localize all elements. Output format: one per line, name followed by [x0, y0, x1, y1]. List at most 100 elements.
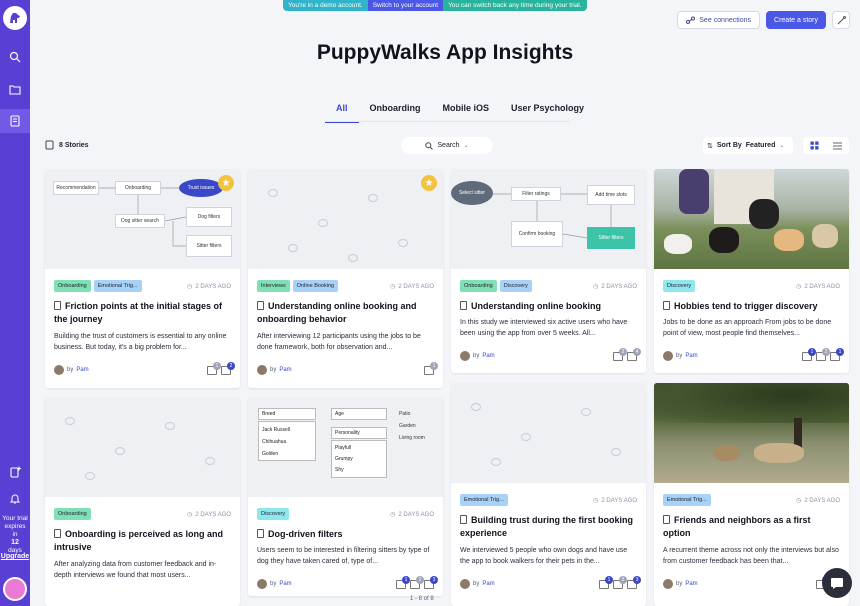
story-pattern: [451, 383, 646, 483]
document-count-icon[interactable]: 1: [396, 576, 410, 589]
author-name[interactable]: Pam: [482, 581, 494, 587]
tag[interactable]: Onboarding: [54, 508, 91, 520]
header-actions: See connections Create a story: [677, 11, 850, 29]
comment-icon[interactable]: 2: [816, 348, 830, 361]
insight-icon[interactable]: 3: [424, 576, 438, 589]
insight-icon[interactable]: 3: [627, 576, 641, 589]
tab-all[interactable]: All: [325, 103, 359, 123]
tag[interactable]: Discovery: [663, 280, 696, 292]
tag[interactable]: Discovery: [499, 280, 532, 292]
create-story-button[interactable]: Create a story: [766, 11, 826, 29]
author-name[interactable]: Pam: [279, 367, 291, 373]
sort-dropdown[interactable]: ⇅ Sort By Featured ⌄: [703, 137, 793, 154]
comment-icon[interactable]: 2: [410, 576, 424, 589]
insight-icon[interactable]: 2: [221, 362, 235, 375]
author-name[interactable]: Pam: [482, 353, 494, 359]
switch-account-link[interactable]: Switch to your account: [367, 0, 444, 11]
story-card[interactable]: Breed Jack Russell Chihuahua Golden Age …: [248, 397, 443, 596]
tag[interactable]: Onboarding: [460, 280, 497, 292]
switch-info: You can switch back any time during your…: [443, 0, 587, 11]
tag[interactable]: Emotional Trig...: [460, 494, 508, 506]
story-title[interactable]: Onboarding is perceived as long and intr…: [54, 528, 231, 554]
story-date: ◷ 2 DAYS AGO: [796, 283, 840, 291]
story-card[interactable]: Recommendation Onboarding Trust issues D…: [45, 169, 240, 388]
story-title-text: Friction points at the initial stages of…: [54, 301, 223, 324]
author-name[interactable]: Pam: [685, 353, 697, 359]
story-title[interactable]: Understanding online booking: [460, 300, 637, 313]
story-title[interactable]: Friends and neighbors as a first option: [663, 514, 840, 540]
document-count-icon[interactable]: 1: [599, 576, 613, 589]
stories-nav-icon[interactable]: [0, 109, 30, 133]
folder-icon[interactable]: [0, 77, 30, 101]
featured-star-icon[interactable]: ★: [421, 175, 437, 191]
user-avatar[interactable]: [3, 577, 27, 601]
bell-icon[interactable]: [0, 486, 30, 510]
grid-view-icon[interactable]: [810, 141, 819, 150]
tab-onboarding[interactable]: Onboarding: [359, 103, 432, 123]
tag[interactable]: Emotional Trig...: [663, 494, 711, 506]
story-author: by Pam: [663, 351, 698, 361]
see-connections-button[interactable]: See connections: [677, 11, 761, 29]
author-name[interactable]: Pam: [76, 367, 88, 373]
tag[interactable]: Online Booking: [292, 280, 339, 292]
count-badge: 2: [416, 576, 424, 584]
option: Jack Russell: [262, 427, 291, 433]
story-title[interactable]: Hobbies tend to trigger discovery: [663, 300, 840, 313]
search-icon[interactable]: [0, 45, 30, 69]
tag[interactable]: Discovery: [257, 508, 290, 520]
story-title[interactable]: Dog-driven filters: [257, 528, 434, 541]
breed-options: Jack Russell Chihuahua Golden: [258, 421, 316, 461]
search-button[interactable]: Search ⌄: [401, 137, 493, 154]
date-text: 2 DAYS AGO: [601, 497, 637, 504]
upgrade-link[interactable]: Upgrade: [0, 553, 30, 560]
date-text: 2 DAYS AGO: [398, 511, 434, 518]
count-badge: 4: [633, 348, 641, 356]
chat-launcher-button[interactable]: [822, 568, 852, 598]
filter-form-image: Breed Jack Russell Chihuahua Golden Age …: [248, 397, 443, 497]
tag-list: Onboarding Emotional Trig...: [54, 280, 142, 292]
story-title[interactable]: Understanding online booking and onboard…: [257, 300, 434, 326]
comment-icon[interactable]: 2: [613, 576, 627, 589]
date-text: 2 DAYS AGO: [398, 283, 434, 290]
count-badge: 1: [836, 348, 844, 356]
breed-label: Breed: [262, 411, 276, 417]
list-view-icon[interactable]: [833, 142, 842, 150]
tag[interactable]: Onboarding: [54, 280, 91, 292]
settings-wand-button[interactable]: [832, 11, 850, 29]
story-card[interactable]: ★ Interviews Online Booking ◷ 2 DAYS AGO …: [248, 169, 443, 388]
story-card[interactable]: Emotional Trig... ◷ 2 DAYS AGO Friends an…: [654, 383, 849, 606]
tag[interactable]: Interviews: [257, 280, 290, 292]
story-diagram: Select sitter Filter ratings Add time sl…: [451, 169, 646, 269]
author-name[interactable]: Pam: [685, 581, 697, 587]
comment-icon[interactable]: 1: [207, 362, 221, 375]
dog-logo-icon[interactable]: [3, 6, 27, 30]
author-avatar: [257, 365, 267, 375]
comment-icon[interactable]: 1: [424, 362, 438, 375]
author-avatar: [460, 351, 470, 361]
insight-icon[interactable]: 4: [627, 348, 641, 361]
story-card[interactable]: Onboarding ◷ 2 DAYS AGO Onboarding is per…: [45, 397, 240, 606]
author-name[interactable]: Pam: [279, 581, 291, 587]
story-card[interactable]: Discovery ◷ 2 DAYS AGO Hobbies tend to tr…: [654, 169, 849, 373]
new-item-icon[interactable]: [0, 460, 30, 484]
story-title[interactable]: Building trust during the first booking …: [460, 514, 637, 540]
document-count-icon[interactable]: 1: [802, 348, 816, 361]
personality-select: Personality: [331, 427, 387, 439]
demo-banner: You're in a demo account. Switch to your…: [283, 0, 587, 11]
story-title-text: Onboarding is perceived as long and intr…: [54, 529, 224, 552]
comment-icon[interactable]: 2: [613, 348, 627, 361]
tab-mobile-ios[interactable]: Mobile iOS: [432, 103, 501, 123]
featured-star-icon[interactable]: ★: [218, 175, 234, 191]
option: Shy: [335, 467, 344, 473]
insight-icon[interactable]: 1: [830, 348, 844, 361]
story-card[interactable]: Select sitter Filter ratings Add time sl…: [451, 169, 646, 373]
story-title[interactable]: Friction points at the initial stages of…: [54, 300, 231, 326]
tag[interactable]: Emotional Trig...: [93, 280, 142, 292]
tab-user-psychology[interactable]: User Psychology: [500, 103, 595, 123]
chevron-down-icon: ⌄: [779, 143, 785, 149]
story-title-text: Understanding online booking and onboard…: [257, 301, 417, 324]
story-counts: 1 2 1: [802, 348, 844, 361]
story-card[interactable]: Emotional Trig... ◷ 2 DAYS AGO Building t…: [451, 383, 646, 606]
date-text: 2 DAYS AGO: [601, 283, 637, 290]
tag-list: Interviews Online Booking: [257, 280, 339, 292]
